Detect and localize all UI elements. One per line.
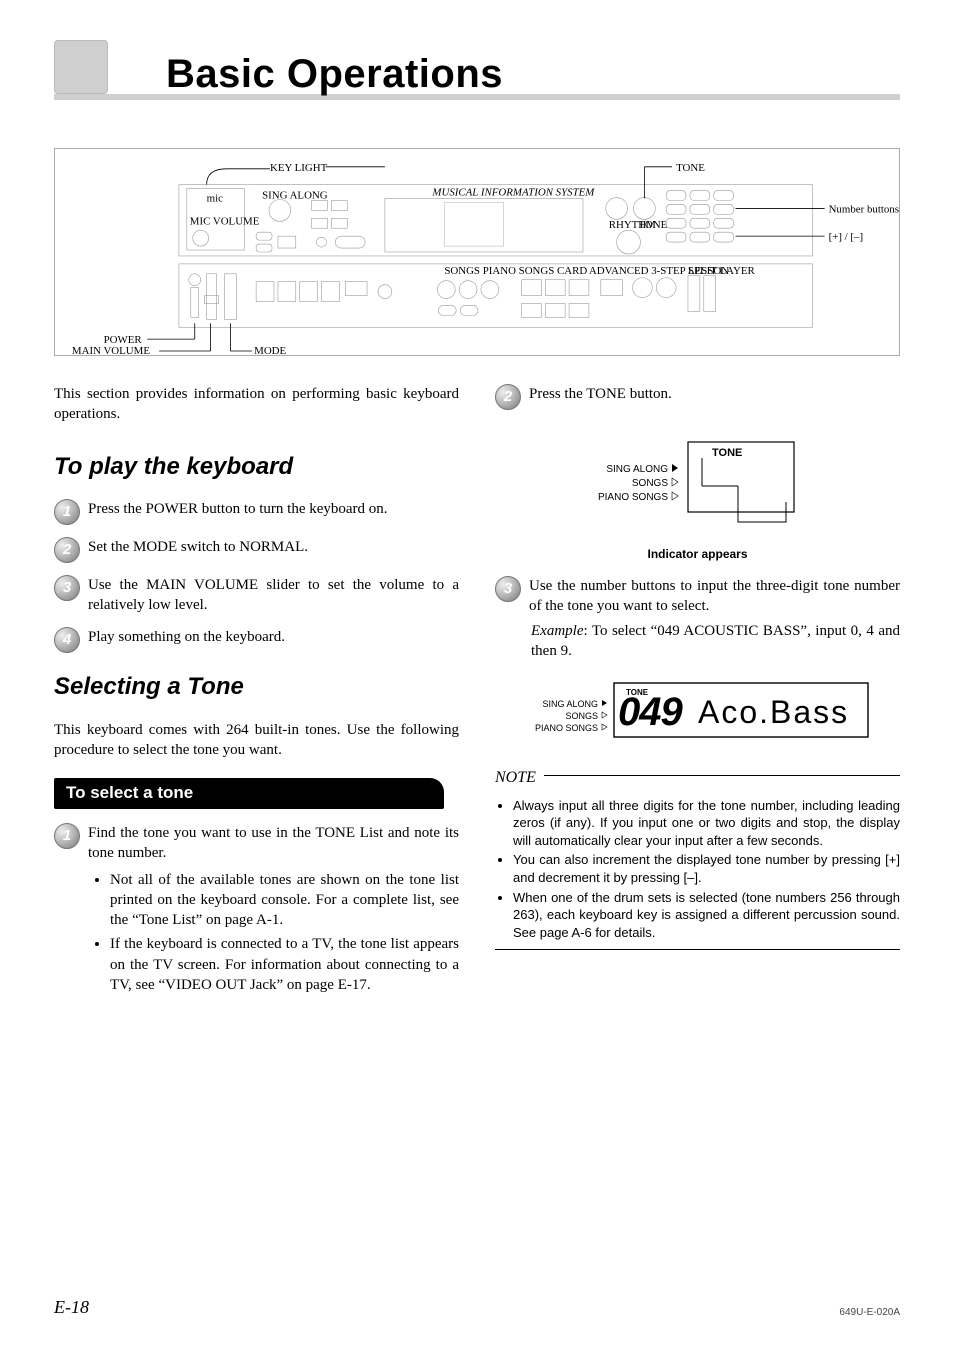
- label-songs-piano: SONGS PIANO SONGS CARD: [444, 265, 587, 277]
- step-text: Press the TONE button.: [529, 384, 900, 404]
- callout-mode: MODE: [254, 345, 286, 355]
- intro-paragraph: This section provides information on per…: [54, 384, 459, 425]
- step-text: Press the POWER button to turn the keybo…: [88, 499, 459, 519]
- label-mic: mic: [207, 192, 223, 204]
- note-item: When one of the drum sets is selected (t…: [513, 889, 900, 942]
- doc-code: 649U-E-020A: [839, 1307, 900, 1318]
- note-item: Always input all three digits for the to…: [513, 797, 900, 850]
- note-bottom-rule: [495, 949, 900, 950]
- step-text: Set the MODE switch to NORMAL.: [88, 537, 459, 557]
- example-text: : To select “049 ACOUSTIC BASS”, input 0…: [531, 623, 900, 659]
- lcd-label-piano-songs: PIANO SONGS: [597, 492, 667, 503]
- callout-plus-minus: [+] / [–]: [829, 231, 864, 243]
- lcd-value: 049: [618, 690, 683, 734]
- lcd-label-piano-songs: PIANO SONGS: [534, 723, 597, 733]
- note-heading-row: NOTE: [495, 767, 900, 789]
- page-title: Basic Operations: [166, 52, 503, 97]
- label-mis: MUSICAL INFORMATION SYSTEM: [431, 187, 595, 199]
- label-split-layer: SPLIT LAYER: [688, 265, 756, 277]
- lcd-label-songs: SONGS: [631, 478, 667, 489]
- label-mic-volume: MIC VOLUME: [190, 215, 260, 227]
- heading-play-keyboard: To play the keyboard: [54, 451, 459, 483]
- example-label: Example: [531, 623, 583, 639]
- selecting-tone-intro: This keyboard comes with 264 built-in to…: [54, 720, 459, 761]
- note-heading: NOTE: [495, 767, 536, 789]
- callout-number-buttons: Number buttons: [829, 203, 899, 215]
- figure-lcd-049: SING ALONG SONGS PIANO SONGS TONE 049 Ac…: [495, 673, 900, 747]
- step-text: Use the MAIN VOLUME slider to set the vo…: [88, 575, 459, 616]
- label-sing-along: SING ALONG: [262, 190, 328, 202]
- callout-main-volume: MAIN VOLUME: [72, 345, 150, 355]
- label-tone-sm: TONE: [638, 219, 667, 231]
- step-text: Use the number buttons to input the thre…: [529, 576, 900, 617]
- step-number: 4: [54, 627, 80, 653]
- page-number: E-18: [54, 1297, 89, 1318]
- lcd-label-sing-along: SING ALONG: [542, 699, 598, 709]
- step-number: 1: [54, 499, 80, 525]
- corner-tab-decoration: [54, 40, 108, 94]
- callout-keylight: KEY LIGHT: [270, 162, 328, 174]
- heading-selecting-tone: Selecting a Tone: [54, 671, 459, 703]
- subhead-to-select-tone: To select a tone: [54, 778, 444, 809]
- step-number: 2: [54, 537, 80, 563]
- step-number: 2: [495, 384, 521, 410]
- bullet-item: If the keyboard is connected to a TV, th…: [110, 934, 459, 995]
- lcd-label-songs: SONGS: [565, 711, 598, 721]
- step-text: Play something on the keyboard.: [88, 627, 459, 647]
- lcd-text: Aco.Bass: [698, 694, 849, 730]
- note-item: You can also increment the displayed ton…: [513, 851, 900, 886]
- step-number: 1: [54, 823, 80, 849]
- step-number: 3: [495, 576, 521, 602]
- lcd-label-sing-along: SING ALONG: [606, 464, 668, 475]
- callout-tone: TONE: [676, 162, 705, 174]
- bullet-item: Not all of the available tones are shown…: [110, 870, 459, 931]
- lcd-tone-label: TONE: [712, 447, 742, 459]
- step-number: 3: [54, 575, 80, 601]
- caption-indicator: Indicator appears: [495, 546, 900, 562]
- keyboard-panel-diagram: mic MIC VOLUME SING ALONG MUSICAL INFORM…: [54, 148, 900, 356]
- figure-indicator: SING ALONG SONGS PIANO SONGS TONE Indica…: [495, 422, 900, 562]
- step-text: Find the tone you want to use in the TON…: [88, 823, 459, 864]
